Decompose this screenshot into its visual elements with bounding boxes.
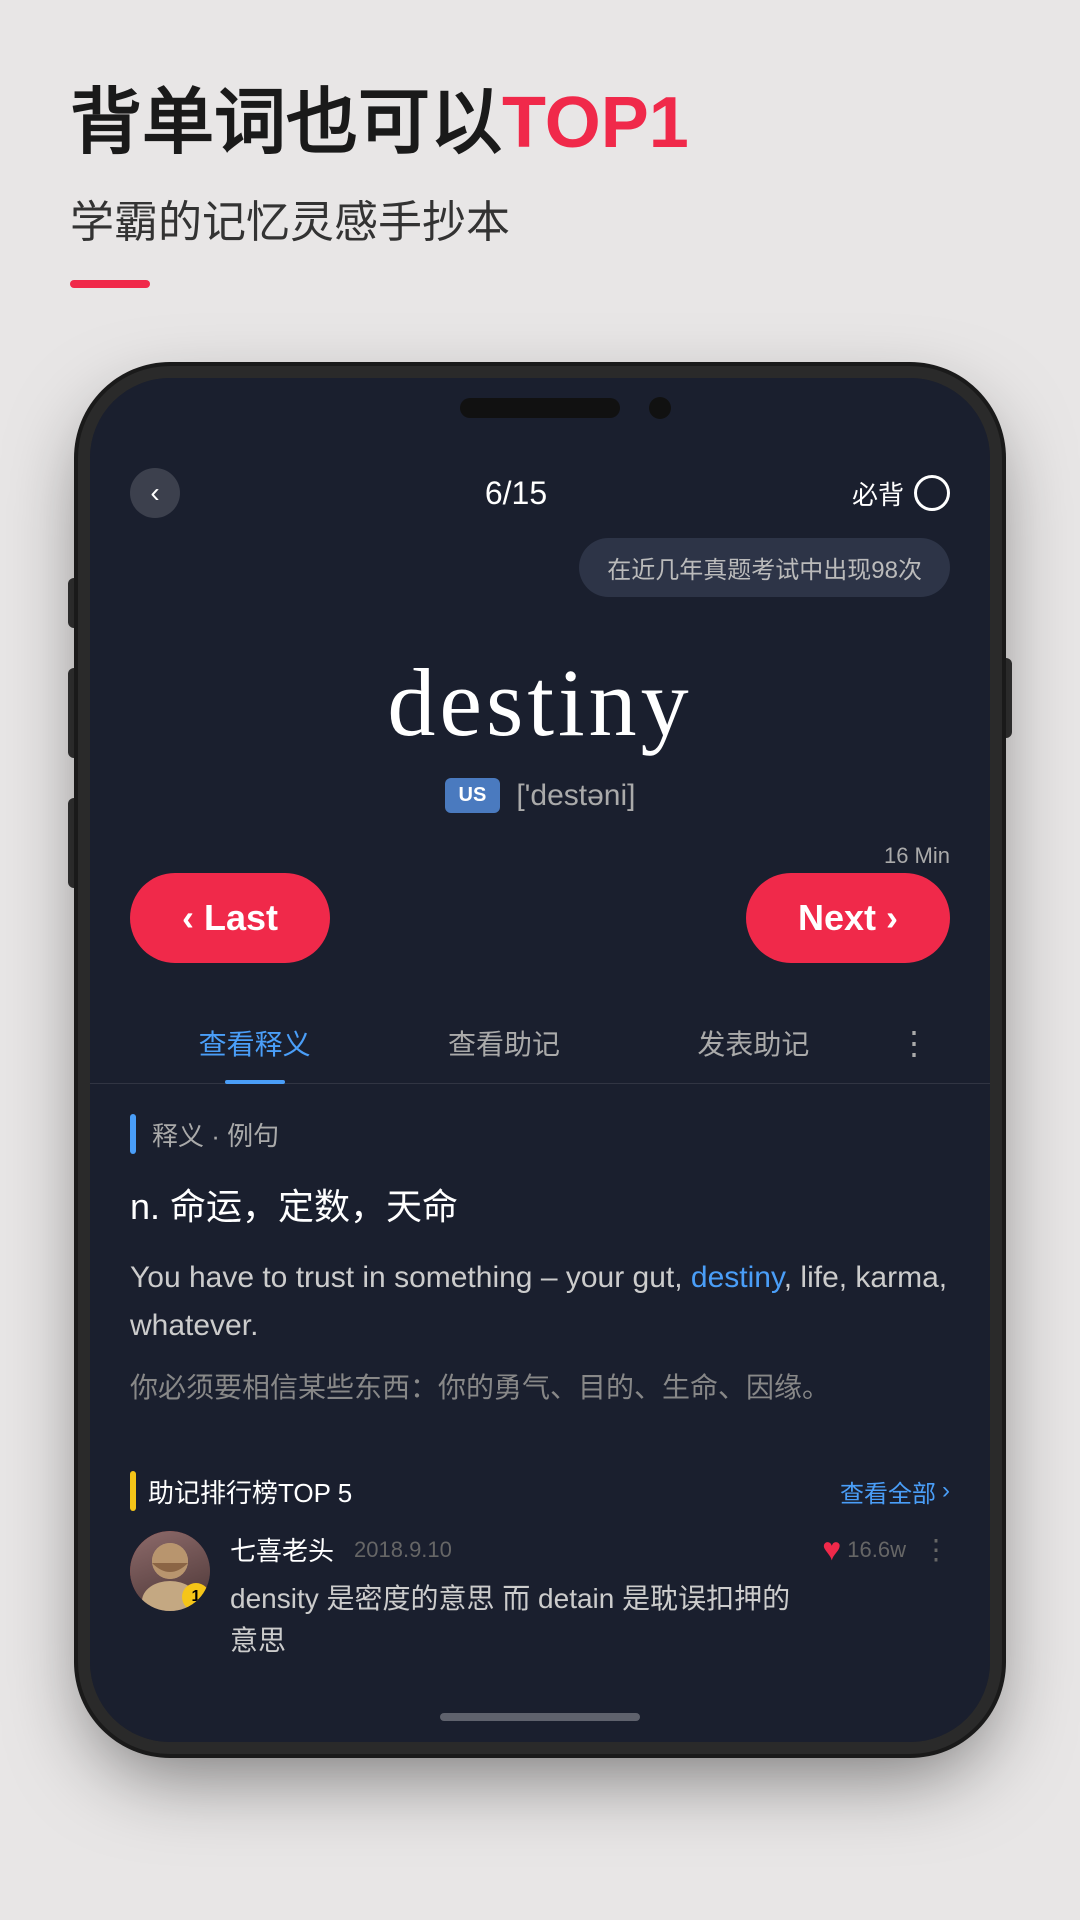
page-wrapper: 背单词也可以TOP1 学霸的记忆灵感手抄本 ‹ 6/1 — [0, 0, 1080, 1920]
mnemonic-header: 助记排行榜TOP 5 查看全部 › — [130, 1471, 950, 1511]
timer-label: 16 Min — [884, 843, 950, 869]
phone-top-bar — [90, 378, 990, 438]
example-chinese: 你必须要相信某些东西：你的勇气、目的、生命、因缘。 — [130, 1366, 950, 1411]
definition-main: n. 命运，定数，天命 — [130, 1178, 950, 1230]
pronunciation-row: US ['destəni] — [130, 778, 950, 813]
phone-side-btn-vol-up — [68, 668, 82, 758]
top-banner: 背单词也可以TOP1 学霸的记忆灵感手抄本 — [0, 0, 1080, 378]
lang-badge[interactable]: US — [445, 778, 501, 813]
home-indicator — [440, 1713, 640, 1721]
phone-container: ‹ 6/15 必背 在近几年真题考试中出现98次 destiny — [90, 378, 990, 1742]
phone-side-btn-mute — [68, 578, 82, 628]
like-count: 16.6w — [847, 1537, 906, 1563]
phone-screen: ‹ 6/15 必背 在近几年真题考试中出现98次 destiny — [90, 438, 990, 1692]
check-circle-icon — [914, 475, 950, 511]
must-memorize-label: 必背 — [852, 475, 904, 512]
user-avatar: 1 — [130, 1531, 210, 1611]
phone-side-btn-vol-down — [68, 798, 82, 888]
section-label-bar — [130, 1114, 136, 1154]
screen-header: ‹ 6/15 必背 — [90, 438, 990, 538]
yellow-bar-decoration — [130, 1471, 136, 1511]
tab-definition-label: 查看释义 — [199, 1029, 311, 1060]
rank-badge: 1 — [182, 1583, 210, 1611]
view-all-label: 查看全部 — [840, 1474, 936, 1509]
tab-mnemonic-label: 查看助记 — [448, 1029, 560, 1060]
user-card: 1 七喜老头 2018.9.10 density 是密度的意思 而 detain… — [130, 1531, 950, 1662]
mnemonic-title: 助记排行榜TOP 5 — [148, 1473, 352, 1510]
back-icon: ‹ — [150, 477, 159, 509]
tab-more-button[interactable]: ⋮ — [878, 1004, 950, 1082]
title-highlight: TOP1 — [502, 83, 689, 163]
like-button[interactable]: ♥ 16.6w — [822, 1531, 906, 1568]
back-button[interactable]: ‹ — [130, 468, 180, 518]
last-button[interactable]: ‹ Last — [130, 873, 330, 963]
chevron-right-icon: › — [942, 1477, 950, 1505]
username: 七喜老头 — [230, 1531, 334, 1568]
mnemonic-title-row: 助记排行榜TOP 5 — [130, 1471, 352, 1511]
mnemonic-section: 助记排行榜TOP 5 查看全部 › — [90, 1471, 990, 1692]
nav-buttons-row: 16 Min ‹ Last Next › — [90, 833, 990, 983]
phone-home-bar — [90, 1692, 990, 1742]
red-line-decoration — [70, 280, 150, 288]
tab-post-mnemonic[interactable]: 发表助记 — [629, 1003, 878, 1083]
phone-side-btn-power — [998, 658, 1012, 738]
must-memorize-toggle[interactable]: 必背 — [852, 475, 950, 512]
definition-section: 释义 · 例句 n. 命运，定数，天命 You have to trust in… — [90, 1084, 990, 1471]
next-button[interactable]: Next › — [746, 873, 950, 963]
top-subtitle: 学霸的记忆灵感手抄本 — [70, 186, 1010, 250]
progress-indicator: 6/15 — [485, 475, 547, 512]
tab-post-mnemonic-label: 发表助记 — [697, 1029, 809, 1060]
phonetic-text: ['destəni] — [516, 779, 635, 813]
example-en-word-highlight: destiny — [691, 1261, 784, 1294]
example-en-part1: You have to trust in something – your gu… — [130, 1261, 691, 1294]
title-part1: 背单词也可以 — [70, 83, 502, 163]
user-meta: 七喜老头 2018.9.10 — [230, 1531, 802, 1568]
tab-bar: 查看释义 查看助记 发表助记 ⋮ — [90, 983, 990, 1084]
section-label-text: 释义 · 例句 — [152, 1116, 279, 1153]
example-english: You have to trust in something – your gu… — [130, 1254, 950, 1350]
view-all-button[interactable]: 查看全部 › — [840, 1474, 950, 1509]
section-label: 释义 · 例句 — [130, 1114, 950, 1154]
phone-camera — [649, 397, 671, 419]
mnemonic-content: density 是密度的意思 而 detain 是耽误扣押的意思 — [230, 1578, 802, 1662]
exam-frequency-tooltip: 在近几年真题考试中出现98次 — [579, 538, 950, 597]
card-actions: ♥ 16.6w ⋮ — [822, 1531, 950, 1568]
word-section: destiny US ['destəni] — [90, 617, 990, 833]
user-info: 七喜老头 2018.9.10 density 是密度的意思 而 detain 是… — [230, 1531, 802, 1662]
heart-icon: ♥ — [822, 1531, 841, 1568]
phone-frame: ‹ 6/15 必背 在近几年真题考试中出现98次 destiny — [90, 378, 990, 1742]
phone-speaker — [460, 398, 620, 418]
tab-mnemonic[interactable]: 查看助记 — [379, 1003, 628, 1083]
main-word: destiny — [130, 647, 950, 758]
more-options-button[interactable]: ⋮ — [922, 1533, 950, 1566]
tooltip-badge-row: 在近几年真题考试中出现98次 — [130, 538, 950, 597]
post-date: 2018.9.10 — [354, 1537, 452, 1563]
top-title: 背单词也可以TOP1 — [70, 80, 1010, 166]
tab-definition[interactable]: 查看释义 — [130, 1003, 379, 1083]
